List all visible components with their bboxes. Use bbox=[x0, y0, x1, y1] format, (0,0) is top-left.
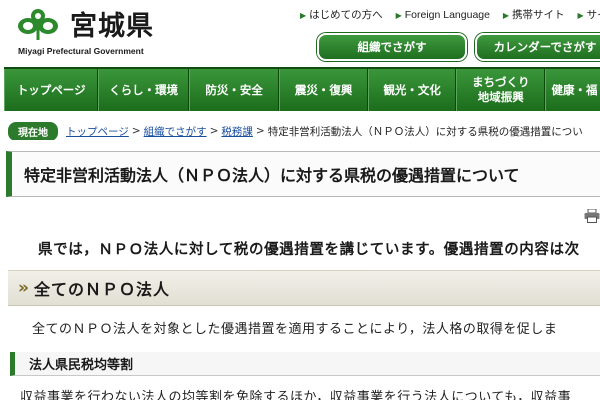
nav-item-reconstruction[interactable]: 震災・復興 bbox=[279, 69, 368, 111]
section-heading-text: 全てのＮＰＯ法人 bbox=[33, 280, 170, 299]
arrow-right-icon: ▶ bbox=[502, 11, 510, 20]
arrow-right-icon: ▶ bbox=[395, 11, 402, 20]
breadcrumb: 現在地 トップページ > 組織でさがす > 税務課 > 特定非営利活動法人（ＮＰ… bbox=[8, 122, 600, 140]
nav-item-community-development[interactable]: まちづくり 地域振興 bbox=[456, 69, 545, 111]
breadcrumb-link-organization[interactable]: 組織でさがす bbox=[144, 124, 207, 139]
breadcrumb-here-badge: 現在地 bbox=[8, 122, 58, 140]
miyagi-logo-mark-icon bbox=[18, 9, 58, 41]
arrow-right-icon: ▶ bbox=[300, 11, 307, 20]
logo-title: 宮城県 bbox=[70, 11, 154, 42]
page-title: 特定非営利活動法人（ＮＰＯ法人）に対する県税の優遇措置について bbox=[6, 151, 600, 197]
double-chevron-icon: » bbox=[18, 278, 29, 298]
breadcrumb-current: 特定非営利活動法人（ＮＰＯ法人）に対する県税の優遇措置につい bbox=[267, 125, 583, 138]
utility-links: ▶はじめての方へ ▶Foreign Language ▶携帯サイト ▶サイ bbox=[300, 7, 600, 22]
util-link-sitemap[interactable]: ▶サイ bbox=[577, 7, 600, 22]
util-link-mobile-site[interactable]: ▶ 携帯サイト bbox=[503, 7, 565, 22]
global-nav: トップページ くらし・環境 防災・安全 震災・復興 観光・文化 まちづくり 地域… bbox=[4, 67, 600, 111]
nav-item-living-environment[interactable]: くらし・環境 bbox=[98, 69, 189, 111]
nav-item-tourism-culture[interactable]: 観光・文化 bbox=[367, 69, 457, 111]
body-paragraph: 収益事業を行わない法人の均等割を免除するほか，収益事業を行う法人についても，収益… bbox=[20, 390, 572, 400]
lead-text: 県では，ＮＰＯ法人に対して税の優遇措置を講じています。優遇措置の内容は次 bbox=[38, 242, 580, 258]
breadcrumb-separator: > bbox=[209, 125, 219, 137]
breadcrumb-separator: > bbox=[255, 125, 265, 137]
subsection-heading-per-capita-levy: 法人県民税均等割 bbox=[10, 352, 600, 376]
section-heading-all-npo: » 全てのＮＰＯ法人 bbox=[8, 270, 600, 306]
util-link-foreign-language[interactable]: ▶ Foreign Language bbox=[396, 9, 490, 21]
breadcrumb-separator: > bbox=[131, 125, 141, 137]
nav-item-health-welfare[interactable]: 健康・福 bbox=[544, 69, 600, 111]
breadcrumb-link-tax-division[interactable]: 税務課 bbox=[221, 124, 253, 139]
nav-item-disaster-safety[interactable]: 防災・安全 bbox=[188, 69, 280, 111]
site-logo[interactable]: 宮城県 Miyagi Prefectural Government bbox=[12, 6, 162, 58]
logo-subtitle: Miyagi Prefectural Government bbox=[18, 46, 144, 56]
search-by-calendar-button[interactable]: カレンダーでさがす bbox=[475, 33, 600, 61]
body-paragraph: 全てのＮＰＯ法人を対象とした優遇措置を適用することにより，法人格の取得を促しま bbox=[32, 322, 558, 337]
util-link-beginners[interactable]: ▶ はじめての方へ bbox=[300, 7, 383, 22]
search-by-organization-button[interactable]: 組織でさがす bbox=[317, 33, 467, 61]
arrow-right-icon: ▶ bbox=[577, 11, 584, 20]
nav-item-top[interactable]: トップページ bbox=[4, 69, 99, 111]
print-icon[interactable] bbox=[584, 209, 600, 223]
breadcrumb-link-top[interactable]: トップページ bbox=[66, 124, 129, 139]
